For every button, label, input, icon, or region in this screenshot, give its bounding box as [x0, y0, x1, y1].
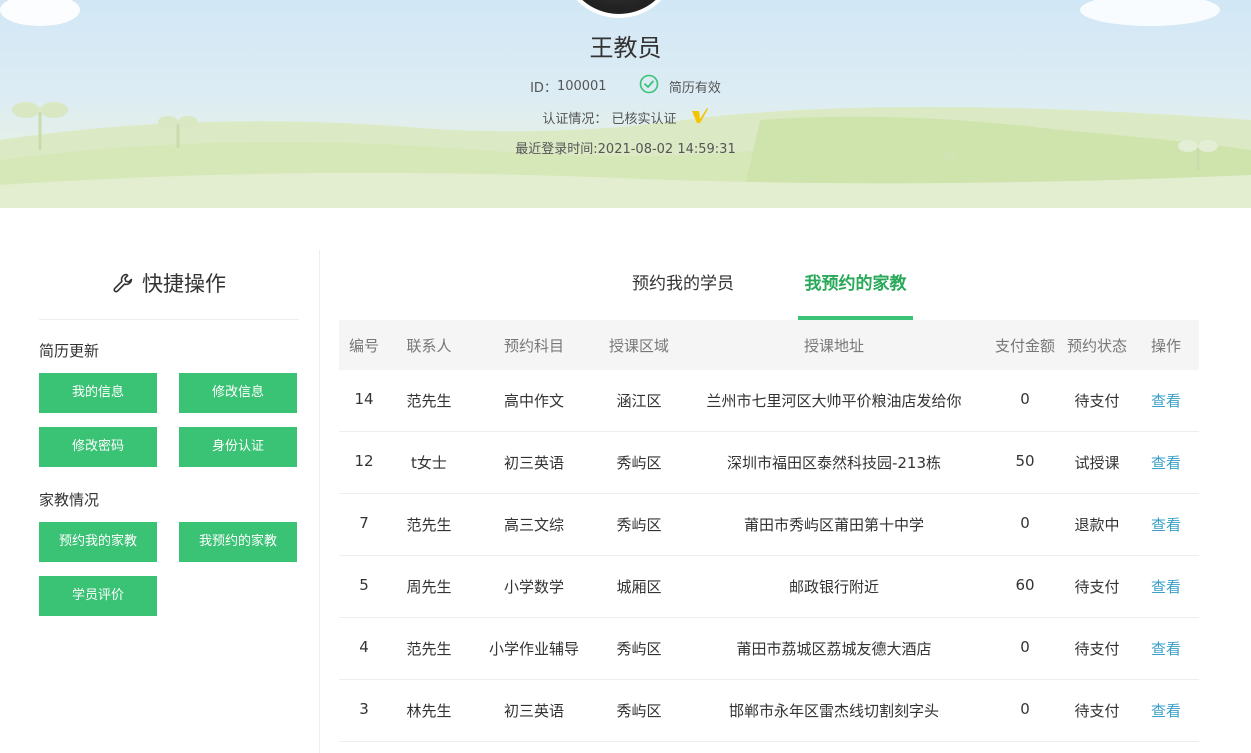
- last-login: 最近登录时间:2021-08-02 14:59:31: [515, 142, 736, 157]
- row-contact: 范先生: [406, 640, 452, 658]
- view-link[interactable]: 查看: [1133, 514, 1199, 535]
- section-label-tutoring: 家教情况: [39, 491, 100, 509]
- resume-buttons: 我的信息 修改信息 修改密码 身份认证: [39, 373, 299, 467]
- view-link[interactable]: 查看: [1133, 700, 1199, 721]
- row-address: 深圳市福田区泰然科技园-213栋: [726, 454, 942, 472]
- id-row: ID：100001 简历有效: [0, 74, 1251, 98]
- table-row: 12 t女士 初三英语 秀屿区 深圳市福田区泰然科技园-213栋 50 试授课 查看: [339, 432, 1199, 494]
- teacher-name: 王教员: [589, 34, 662, 62]
- table-header: 编号 联系人 预约科目 授课区域 授课地址 支付金额 预约状态 操作: [339, 320, 1199, 370]
- row-area: 涵江区: [616, 392, 662, 410]
- table-row: 7 范先生 高三文综 秀屿区 莆田市秀屿区莆田第十中学 0 退款中 查看: [339, 494, 1199, 556]
- my-bookings-button[interactable]: 我预约的家教: [179, 522, 297, 562]
- table-row: 4 范先生 小学作业辅导 秀屿区 莆田市荔城区荔城友德大酒店 0 待支付 查看: [339, 618, 1199, 680]
- row-contact: 范先生: [406, 516, 452, 534]
- row-payment: 0: [1020, 513, 1030, 532]
- section-label-resume: 简历更新: [39, 342, 100, 360]
- row-area: 秀屿区: [616, 702, 662, 720]
- row-subject: 初三英语: [503, 454, 564, 472]
- row-contact: t女士: [411, 454, 447, 472]
- row-contact: 范先生: [406, 392, 452, 410]
- table-row: 3 林先生 初三英语 秀屿区 邯郸市永年区雷杰线切割刻字头 0 待支付 查看: [339, 680, 1199, 742]
- row-subject: 初三英语: [503, 702, 564, 720]
- row-contact: 林先生: [406, 702, 452, 720]
- header-status: 预约状态: [1066, 336, 1127, 355]
- row-subject: 高中作文: [503, 392, 564, 410]
- row-no: 12: [354, 451, 374, 470]
- header-contact: 联系人: [406, 336, 452, 355]
- view-link[interactable]: 查看: [1133, 576, 1199, 597]
- view-link[interactable]: 查看: [1133, 390, 1199, 411]
- header-area: 授课区域: [608, 336, 669, 355]
- header-subject: 预约科目: [503, 336, 564, 355]
- row-area: 城厢区: [616, 578, 662, 596]
- row-no: 3: [359, 699, 369, 718]
- id-label: ID：: [530, 80, 557, 96]
- row-subject: 小学数学: [503, 578, 564, 596]
- row-no: 5: [359, 575, 369, 594]
- row-subject: 小学作业辅导: [488, 640, 579, 658]
- row-status: 待支付: [1074, 702, 1120, 720]
- id-value: 100001: [556, 78, 607, 94]
- header-no: 编号: [348, 336, 379, 355]
- row-area: 秀屿区: [616, 516, 662, 534]
- student-reviews-button[interactable]: 学员评价: [39, 576, 157, 616]
- header-payment: 支付金额: [994, 336, 1055, 355]
- row-area: 秀屿区: [616, 454, 662, 472]
- tutoring-buttons: 预约我的家教 我预约的家教 学员评价: [39, 522, 299, 616]
- row-payment: 0: [1020, 699, 1030, 718]
- my-info-button[interactable]: 我的信息: [39, 373, 157, 413]
- row-status: 待支付: [1074, 392, 1120, 410]
- row-payment: 0: [1020, 637, 1030, 656]
- row-area: 秀屿区: [616, 640, 662, 658]
- check-circle-icon: [611, 74, 665, 98]
- table-row: 14 范先生 高中作文 涵江区 兰州市七里河区大帅平价粮油店发给你 0 待支付 查看: [339, 370, 1199, 432]
- tab-my-booked-tutors[interactable]: 我预约的家教: [798, 250, 913, 320]
- sidebar-title: 快捷操作: [39, 250, 299, 320]
- booked-me-button[interactable]: 预约我的家教: [39, 522, 157, 562]
- change-password-button[interactable]: 修改密码: [39, 427, 157, 467]
- table-row: 5 周先生 小学数学 城厢区 邮政银行附近 60 待支付 查看: [339, 556, 1199, 618]
- row-no: 7: [359, 513, 369, 532]
- wrench-icon: [112, 253, 134, 293]
- edit-info-button[interactable]: 修改信息: [179, 373, 297, 413]
- view-link[interactable]: 查看: [1133, 452, 1199, 473]
- profile-banner: 王教员 ID：100001 简历有效 认证情况： 已核实认证 最近登录时间:20…: [0, 0, 1251, 208]
- row-address: 邯郸市永年区雷杰线切割刻字头: [728, 702, 939, 720]
- identity-verify-button[interactable]: 身份认证: [179, 427, 297, 467]
- header-action: 操作: [1150, 336, 1181, 355]
- cert-value: 已核实认证: [611, 111, 677, 127]
- row-address: 莆田市荔城区荔城友德大酒店: [736, 640, 932, 658]
- row-address: 邮政银行附近: [788, 578, 879, 596]
- row-address: 莆田市秀屿区莆田第十中学: [743, 516, 924, 534]
- header-address: 授课地址: [803, 336, 864, 355]
- row-payment: 60: [1015, 575, 1035, 594]
- booking-tabs: 预约我的学员 我预约的家教: [339, 250, 1199, 320]
- row-address: 兰州市七里河区大帅平价粮油店发给你: [706, 392, 962, 410]
- row-status: 待支付: [1074, 578, 1120, 596]
- quick-actions-sidebar: 快捷操作 简历更新 我的信息 修改信息 修改密码 身份认证 家教情况 预约我的家…: [39, 250, 299, 616]
- resume-status: 简历有效: [668, 80, 721, 96]
- row-status: 退款中: [1074, 516, 1120, 534]
- row-status: 待支付: [1074, 640, 1120, 658]
- cert-label: 认证情况：: [542, 111, 608, 127]
- row-payment: 50: [1015, 451, 1035, 470]
- bookings-table: 编号 联系人 预约科目 授课区域 授课地址 支付金额 预约状态 操作 14 范先生…: [339, 320, 1199, 742]
- row-contact: 周先生: [406, 578, 452, 596]
- cert-row: 认证情况： 已核实认证: [0, 106, 1251, 128]
- vertical-divider: [319, 250, 320, 753]
- verified-badge-icon: [681, 106, 709, 128]
- row-status: 试授课: [1074, 454, 1120, 472]
- sidebar-title-text: 快捷操作: [142, 272, 226, 296]
- row-subject: 高三文综: [503, 516, 564, 534]
- table-body: 14 范先生 高中作文 涵江区 兰州市七里河区大帅平价粮油店发给你 0 待支付 查看 12 t女士…: [339, 370, 1199, 742]
- row-payment: 0: [1020, 389, 1030, 408]
- view-link[interactable]: 查看: [1133, 638, 1199, 659]
- row-no: 4: [359, 637, 369, 656]
- row-no: 14: [354, 389, 374, 408]
- tab-students-booked-me[interactable]: 预约我的学员: [621, 250, 745, 320]
